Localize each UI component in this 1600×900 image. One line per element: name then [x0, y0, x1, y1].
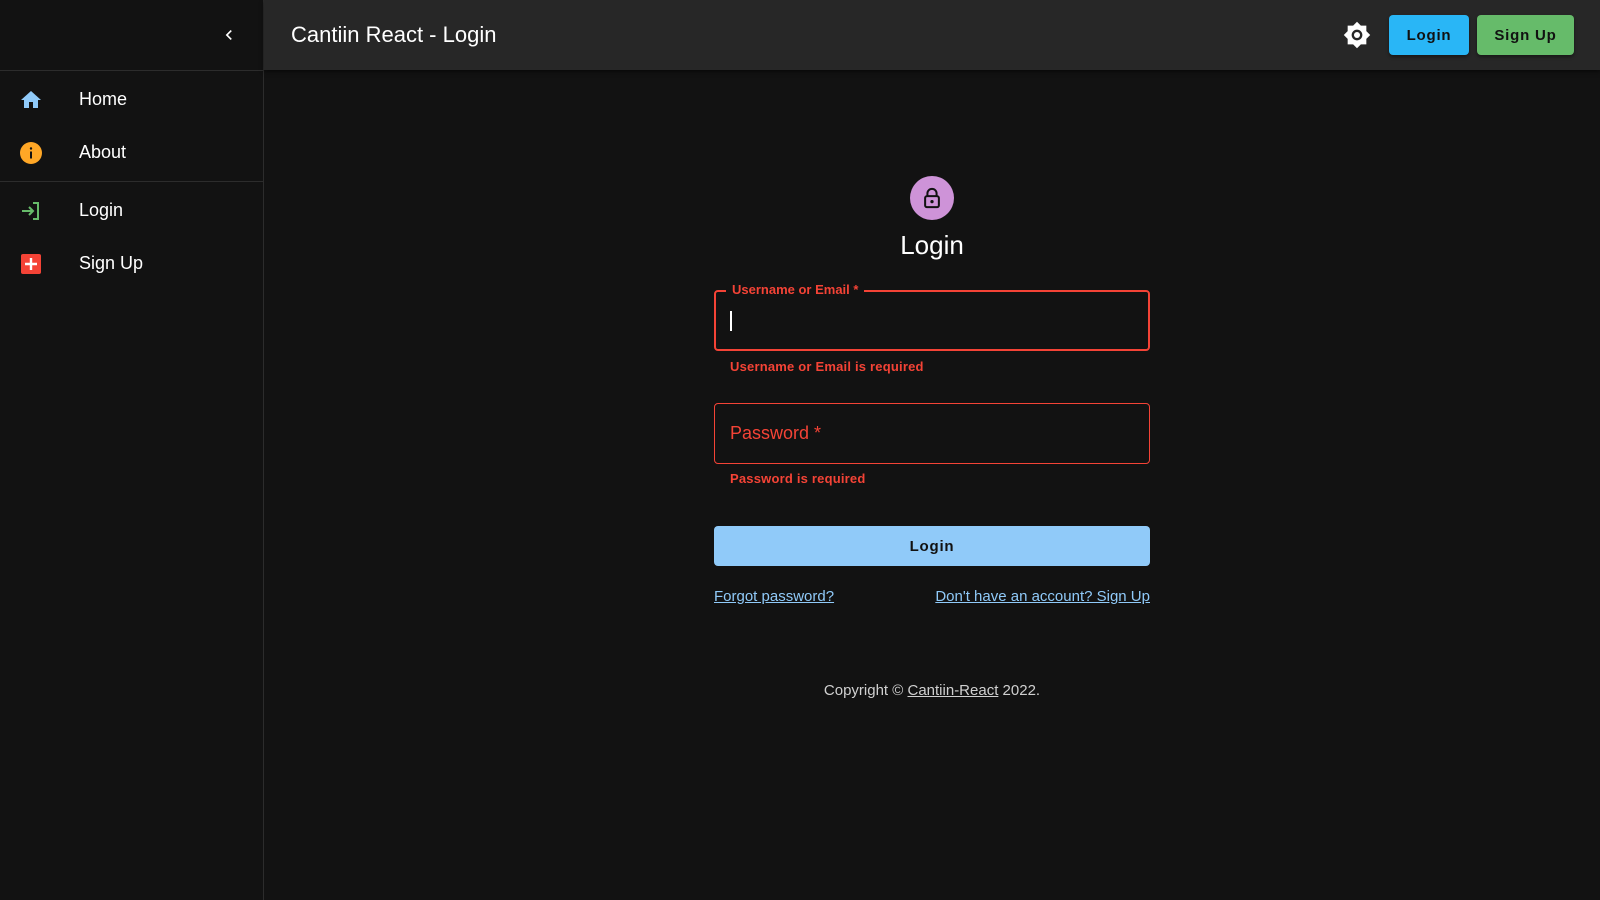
appbar-login-button[interactable]: Login [1389, 15, 1469, 55]
sidebar-item-login[interactable]: Login [0, 184, 263, 237]
sidebar-header [0, 0, 263, 71]
brightness-icon [1343, 21, 1371, 49]
brand-link[interactable]: Cantiin-React [908, 682, 999, 699]
add-box-icon [19, 252, 43, 276]
login-submit-button[interactable]: Login [714, 526, 1150, 566]
collapse-drawer-button[interactable] [213, 19, 245, 51]
nav-group-main: Home About [0, 71, 263, 182]
avatar [910, 176, 954, 220]
password-label: Password * [730, 423, 822, 443]
forgot-password-link[interactable]: Forgot password? [714, 588, 834, 605]
sidebar-item-about[interactable]: About [0, 126, 263, 179]
app-bar: Cantiin React - Login Login Sign Up [264, 0, 1600, 70]
username-input[interactable] [716, 292, 1148, 349]
sidebar-item-label: Login [79, 200, 124, 220]
password-field[interactable]: Password * [714, 403, 1150, 464]
signup-link[interactable]: Don't have an account? Sign Up [935, 588, 1150, 605]
password-error-text: Password is required [730, 471, 866, 486]
copyright-footer: Copyright © Cantiin-React 2022. [714, 682, 1150, 699]
theme-toggle-button[interactable] [1343, 21, 1371, 49]
sidebar-drawer: Home About Login Sign Up [0, 0, 264, 900]
sidebar-item-home[interactable]: Home [0, 73, 263, 126]
page-title: Cantiin React - Login [291, 22, 497, 47]
info-icon [19, 141, 43, 165]
sidebar-item-signup[interactable]: Sign Up [0, 237, 263, 290]
sidebar-item-label: About [79, 142, 127, 162]
chevron-left-icon [225, 30, 232, 40]
username-field[interactable]: Username or Email * [714, 282, 1150, 351]
copyright-suffix: 2022. [998, 682, 1041, 699]
sidebar-item-label: Home [79, 89, 128, 109]
form-title: Login [900, 230, 964, 260]
sidebar-item-label: Sign Up [79, 253, 144, 273]
nav-group-auth: Login Sign Up [0, 182, 263, 292]
home-icon [19, 88, 43, 112]
copyright-prefix: Copyright © [823, 682, 908, 699]
appbar-signup-button[interactable]: Sign Up [1477, 15, 1574, 55]
lock-icon [924, 187, 940, 209]
login-icon [19, 199, 43, 223]
username-error-text: Username or Email is required [730, 359, 924, 374]
